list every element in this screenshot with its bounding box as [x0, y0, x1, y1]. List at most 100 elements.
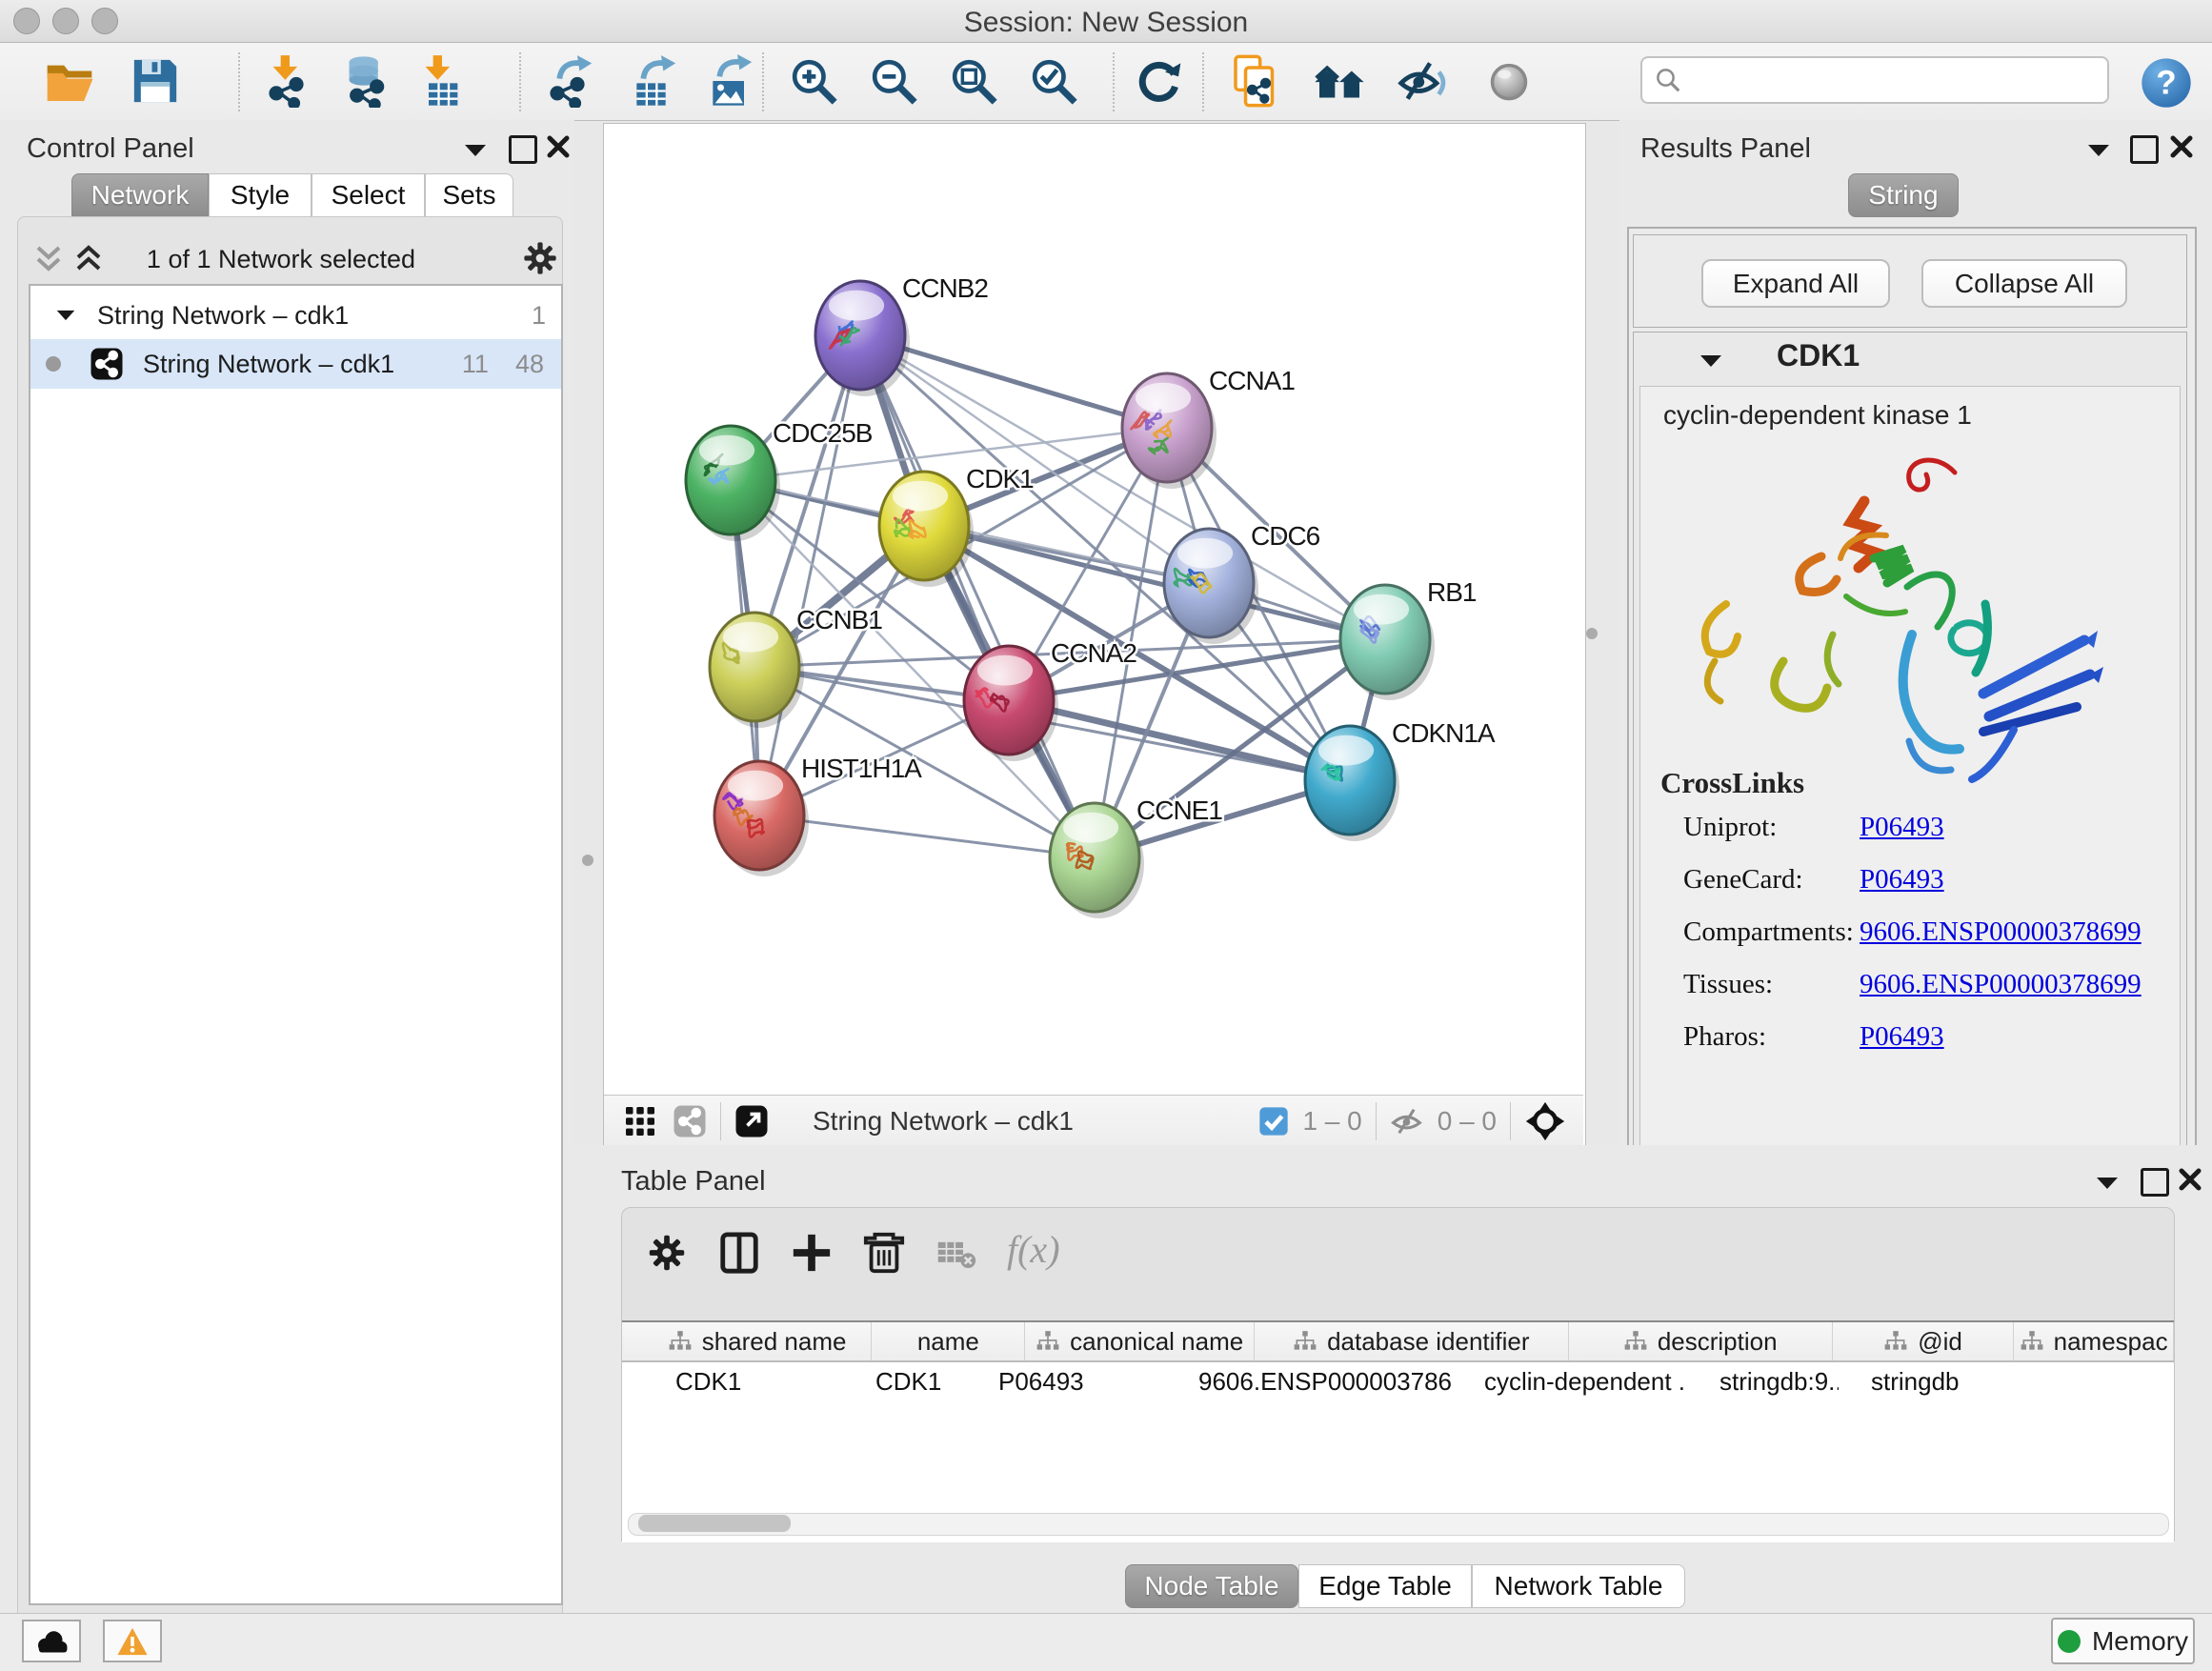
network-share-toggle-icon[interactable] [673, 1104, 707, 1138]
table-hscrollbar[interactable] [628, 1513, 2169, 1536]
control-panel-float-icon[interactable] [509, 135, 537, 164]
table-cell[interactable]: CDK1 [643, 1367, 843, 1397]
table-row[interactable]: CDK1CDK1P064939606.ENSP00000378699cyclin… [622, 1362, 2174, 1400]
memory-button[interactable]: Memory [2051, 1618, 2195, 1664]
node-HIST1H1A[interactable] [714, 761, 809, 876]
first-neighbors-icon[interactable] [1313, 54, 1366, 108]
table-cell[interactable]: stringdb [1839, 1367, 1968, 1397]
network-share-icon [90, 347, 124, 381]
table-cell[interactable]: 9606.ENSP00000378699 [1166, 1367, 1452, 1397]
zoom-selected-icon[interactable] [1027, 54, 1080, 108]
table-hscrollbar-thumb[interactable] [638, 1515, 791, 1532]
save-session-icon[interactable] [129, 54, 182, 108]
tab-network-table[interactable]: Network Table [1472, 1564, 1685, 1608]
tab-node-table[interactable]: Node Table [1125, 1564, 1298, 1608]
network-options-gear-icon[interactable] [520, 238, 560, 278]
table-cell[interactable]: stringdb:9... [1687, 1367, 1839, 1397]
import-network-file-icon[interactable] [263, 54, 316, 108]
detach-view-icon[interactable] [734, 1104, 769, 1138]
tab-sets[interactable]: Sets [425, 173, 513, 217]
table-cell[interactable]: cyclin-dependent ... [1452, 1367, 1687, 1397]
open-session-icon[interactable] [43, 54, 96, 108]
selected-checkbox-icon[interactable] [1258, 1106, 1289, 1137]
column-header[interactable]: namespac [2014, 1322, 2174, 1360]
table-panel-close-icon[interactable] [2179, 1168, 2202, 1191]
results-panel-menu-icon[interactable] [2086, 141, 2111, 160]
export-network-icon[interactable] [544, 54, 597, 108]
results-panel-close-icon[interactable] [2170, 135, 2193, 158]
left-splitter-handle[interactable] [582, 855, 593, 866]
export-image-icon[interactable] [704, 54, 757, 108]
tab-select[interactable]: Select [312, 173, 425, 217]
crosslink-value-link[interactable]: P06493 [1860, 864, 1944, 896]
zoom-out-icon[interactable] [867, 54, 920, 108]
delete-column-icon[interactable] [862, 1231, 906, 1275]
column-header[interactable]: @id [1833, 1322, 2014, 1360]
expand-all-button[interactable]: Expand All [1701, 259, 1890, 308]
column-header[interactable]: shared name [643, 1322, 873, 1360]
network-row-selected[interactable]: String Network – cdk1 11 48 [30, 339, 561, 389]
export-table-icon[interactable] [628, 54, 681, 108]
crosslink-value-link[interactable]: P06493 [1860, 812, 1944, 843]
node-CDK1[interactable] [879, 472, 974, 587]
collapse-all-icon[interactable] [32, 244, 65, 274]
results-panel-float-icon[interactable] [2130, 135, 2159, 164]
crosslink-value-link[interactable]: 9606.ENSP00000378699 [1860, 916, 2142, 948]
zoom-in-icon[interactable] [787, 54, 840, 108]
edge-CCNA2-CDKN1A[interactable] [1009, 700, 1350, 780]
network-collection-row[interactable]: String Network – cdk1 1 [30, 292, 561, 339]
expand-all-icon[interactable] [72, 244, 105, 274]
add-column-icon[interactable] [790, 1231, 834, 1275]
svg-text:?: ? [2156, 65, 2176, 102]
node-CDKN1A[interactable] [1305, 726, 1399, 841]
import-network-database-icon[interactable] [339, 54, 392, 108]
cloud-status-button[interactable] [22, 1620, 81, 1662]
column-header[interactable]: name [872, 1322, 1025, 1360]
table-settings-gear-icon[interactable] [645, 1231, 689, 1275]
node-CCNB2[interactable] [815, 281, 910, 396]
node-CCNA1[interactable] [1122, 373, 1217, 489]
grid-view-icon[interactable] [623, 1104, 657, 1138]
hide-selected-icon[interactable] [1397, 54, 1450, 108]
edge-CCNE1-HIST1H1A[interactable] [759, 815, 1095, 857]
gene-collapse-icon[interactable] [1699, 352, 1723, 371]
node-CCNA2[interactable] [964, 646, 1058, 761]
node-CDC6[interactable] [1164, 529, 1258, 644]
zoom-fit-icon[interactable] [947, 54, 1000, 108]
tab-style[interactable]: Style [209, 173, 312, 217]
column-header[interactable]: description [1569, 1322, 1833, 1360]
node-RB1[interactable] [1340, 585, 1435, 700]
collapse-all-button[interactable]: Collapse All [1921, 259, 2127, 308]
refresh-view-icon[interactable] [1132, 54, 1185, 108]
search-field[interactable] [1640, 56, 2109, 104]
edge-CCNB2-HIST1H1A[interactable] [759, 335, 860, 815]
node-CCNB1[interactable] [710, 613, 804, 728]
control-panel-close-icon[interactable] [547, 135, 570, 158]
control-panel-menu-icon[interactable] [463, 141, 488, 160]
crosslink-value-link[interactable]: P06493 [1860, 1021, 1944, 1053]
import-table-file-icon[interactable] [415, 54, 469, 108]
column-header[interactable]: canonical name [1025, 1322, 1255, 1360]
show-columns-icon[interactable] [717, 1231, 761, 1275]
column-header[interactable]: database identifier [1255, 1322, 1569, 1360]
node-CCNE1[interactable] [1050, 803, 1144, 918]
tab-string[interactable]: String [1848, 173, 1959, 217]
tab-edge-table[interactable]: Edge Table [1298, 1564, 1472, 1608]
crosslink-value-link[interactable]: 9606.ENSP00000378699 [1860, 969, 2142, 1000]
help-icon[interactable]: ? [2140, 56, 2193, 110]
warnings-button[interactable] [103, 1620, 162, 1662]
fit-selected-icon[interactable] [1524, 1100, 1566, 1142]
crosslink-row: GeneCard:P06493 [1683, 864, 2160, 896]
node-table: shared namenamecanonical namedatabase id… [622, 1320, 2174, 1542]
show-all-icon[interactable] [1482, 54, 1536, 108]
new-session-icon[interactable] [1229, 54, 1282, 108]
right-splitter-handle[interactable] [1586, 628, 1598, 639]
collection-expand-icon[interactable] [55, 307, 76, 324]
search-input[interactable] [1682, 65, 2086, 96]
table-panel-float-icon[interactable] [2141, 1168, 2169, 1197]
network-canvas[interactable]: CCNB2CCNA1CDC25BCDK1CDC6RB1CCNB1CCNA2CDK… [604, 124, 1583, 1094]
table-cell[interactable]: P06493 [966, 1367, 1166, 1397]
table-cell[interactable]: CDK1 [843, 1367, 966, 1397]
table-panel-menu-icon[interactable] [2095, 1174, 2120, 1193]
tab-network[interactable]: Network [71, 173, 209, 217]
